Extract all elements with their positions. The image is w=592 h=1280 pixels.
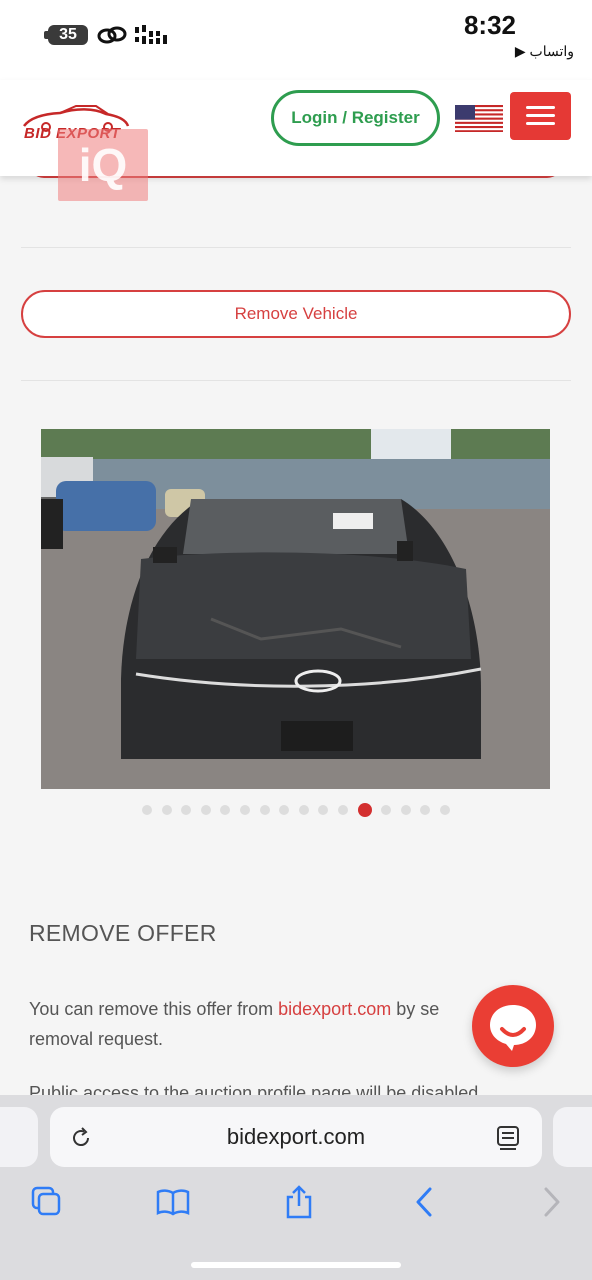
carousel-dot[interactable]: [240, 805, 251, 815]
vehicle-photo[interactable]: [41, 429, 550, 789]
bidexport-link[interactable]: bidexport.com: [278, 999, 391, 1019]
battery-indicator: 35: [48, 25, 88, 45]
carousel-dot[interactable]: [279, 805, 290, 815]
menu-bar: [526, 122, 555, 125]
back-to-app-link[interactable]: ▶ واتساب: [515, 43, 574, 60]
bookmarks-icon[interactable]: [156, 1185, 190, 1219]
carousel-dots: [0, 802, 592, 818]
browser-toolbar: bidexport.com: [0, 1095, 592, 1280]
reader-icon[interactable]: [496, 1125, 520, 1151]
remove-vehicle-button[interactable]: Remove Vehicle: [21, 290, 571, 338]
menu-bar: [526, 114, 555, 117]
status-bar: 35 8:32 ▶ واتساب: [0, 0, 592, 80]
carousel-dot[interactable]: [220, 805, 231, 815]
remove-offer-text-start: You can remove this offer from: [29, 999, 279, 1019]
us-flag-icon[interactable]: [455, 105, 503, 132]
carousel-dot[interactable]: [298, 805, 309, 815]
damaged-car-image: [41, 429, 550, 789]
signal-icon: [135, 25, 167, 44]
chat-bubble-icon: [490, 1005, 536, 1051]
carousel-dot[interactable]: [161, 805, 172, 815]
remove-offer-text-line2: removal request.: [29, 1029, 164, 1049]
share-icon[interactable]: [282, 1185, 316, 1219]
remove-offer-text: You can remove this offer from bidexport…: [29, 994, 489, 1054]
carousel-dot[interactable]: [181, 805, 192, 815]
carousel-dot[interactable]: [142, 805, 153, 815]
tabs-icon[interactable]: [30, 1185, 64, 1219]
url-text[interactable]: bidexport.com: [50, 1107, 542, 1167]
next-tab-pill[interactable]: [553, 1107, 592, 1167]
carousel-dot[interactable]: [337, 805, 348, 815]
carousel-dot[interactable]: [259, 805, 270, 815]
carousel-dot[interactable]: [420, 805, 431, 815]
home-indicator: [191, 1262, 401, 1268]
carousel-dot[interactable]: [400, 805, 411, 815]
remove-offer-title: REMOVE OFFER: [29, 920, 217, 946]
clock: 8:32: [463, 10, 516, 40]
back-icon[interactable]: [408, 1185, 442, 1219]
remove-offer-text-end: by se: [391, 999, 440, 1019]
site-header: BID EXPORT iQ Login / Register: [0, 80, 592, 201]
carousel-dot[interactable]: [200, 805, 211, 815]
address-bar[interactable]: bidexport.com: [50, 1107, 542, 1167]
login-register-button[interactable]: Login / Register: [271, 90, 440, 146]
carousel-dot[interactable]: [381, 805, 392, 815]
hamburger-menu-button[interactable]: [510, 92, 571, 140]
carousel-dot-active[interactable]: [357, 803, 372, 817]
chat-button[interactable]: [472, 985, 554, 1067]
divider: [21, 247, 571, 248]
previous-tab-pill[interactable]: [0, 1107, 38, 1167]
link-icon: [97, 26, 127, 44]
carousel-dot[interactable]: [439, 805, 450, 815]
watermark-logo: iQ: [58, 129, 148, 201]
forward-icon[interactable]: [534, 1185, 568, 1219]
menu-bar: [526, 106, 555, 109]
divider: [21, 380, 571, 381]
carousel-dot[interactable]: [318, 805, 329, 815]
